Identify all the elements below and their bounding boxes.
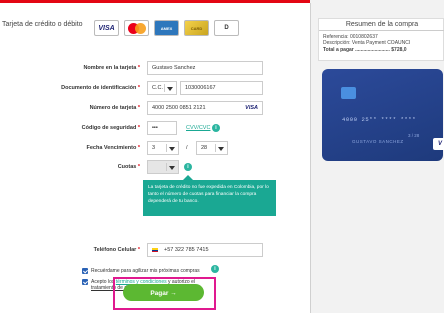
order-summary-column: Resumen de la compra Referencia: 0010802…	[315, 0, 444, 313]
info-icon[interactable]: i	[212, 124, 220, 132]
expiry-separator: /	[186, 145, 188, 151]
phone-row: Teléfono Celular *	[0, 243, 140, 257]
chevron-down-icon	[169, 147, 175, 151]
colombia-flag-icon	[152, 248, 158, 252]
document-type-select[interactable]: C.C.	[147, 81, 177, 95]
phone-input[interactable]: +57 322 785 7415	[147, 243, 263, 257]
name-row: Nombre en la tarjeta *	[0, 61, 140, 75]
card-preview-expiry: 3 / 28	[408, 133, 420, 138]
cvv-help-link[interactable]: CVV/CVC	[186, 125, 210, 131]
cvv-label: Código de seguridad *	[81, 125, 140, 131]
visa-logo[interactable]: VISA	[94, 20, 119, 36]
info-icon[interactable]: i	[211, 265, 219, 273]
chevron-down-icon	[169, 166, 175, 170]
card-chip-icon	[341, 87, 356, 99]
payment-form-panel: Tarjeta de crédito o débito VISA AMEX CA…	[0, 3, 311, 313]
quotas-select[interactable]	[147, 160, 179, 174]
document-type-value: C.C.	[152, 85, 163, 91]
card-brand-logos: VISA AMEX CARD D	[94, 20, 239, 36]
name-label: Nombre en la tarjeta *	[83, 65, 140, 71]
pay-button[interactable]: Pagar →	[123, 284, 204, 301]
card-number-row: Número de tarjeta *	[0, 101, 140, 115]
quotas-row: Cuotas *	[0, 160, 140, 174]
gold-card-logo[interactable]: CARD	[184, 20, 209, 36]
chevron-down-icon	[218, 147, 224, 151]
expiry-month-select[interactable]: 3	[147, 141, 179, 155]
visa-icon: V	[433, 138, 444, 150]
expiry-year-value: 28	[201, 145, 208, 151]
remember-checkbox[interactable]	[82, 268, 88, 274]
document-row: Documento de identificación *	[0, 81, 140, 95]
expiry-row: Fecha Vencimiento *	[0, 141, 141, 155]
card-preview: 4000 25** **** **** 3 / 28 GUSTAVO SANCH…	[322, 69, 444, 161]
cvv-row: Código de seguridad *	[0, 121, 140, 135]
accept-terms-checkbox[interactable]	[82, 279, 88, 285]
card-number-label: Número de tarjeta *	[89, 105, 140, 111]
document-number-input[interactable]: 1030006167	[180, 81, 263, 95]
summary-description: Descripción: Venta Payment COAUNCI	[323, 40, 411, 46]
mastercard-logo[interactable]	[124, 20, 149, 36]
name-input[interactable]: Gustavo Sanchez	[147, 61, 263, 75]
info-icon[interactable]: i	[184, 163, 192, 171]
diners-logo[interactable]: D	[214, 20, 239, 36]
summary-title: Resumen de la compra	[319, 19, 444, 31]
expiry-label: Fecha Vencimiento *	[86, 145, 141, 151]
chevron-down-icon	[167, 87, 173, 91]
document-label: Documento de identificación *	[61, 85, 140, 91]
phone-value: +57 322 785 7415	[164, 247, 209, 253]
cvv-input[interactable]: •••	[147, 121, 177, 135]
visa-icon: VISA	[245, 105, 258, 111]
card-number-value: 4000 2500 0851 2121	[152, 105, 206, 111]
quotas-tooltip: La tarjeta de crédito no fue expedida en…	[143, 175, 276, 216]
card-preview-number: 4000 25** **** ****	[342, 116, 417, 123]
remember-text: Recuérdame para agilizar mis próximas co…	[91, 268, 200, 274]
quotas-label: Cuotas *	[117, 164, 140, 170]
phone-label: Teléfono Celular *	[93, 247, 140, 253]
expiry-month-value: 3	[152, 145, 156, 151]
summary-total: Total a pagar ......................... …	[323, 47, 407, 53]
amex-logo[interactable]: AMEX	[154, 20, 179, 36]
expiry-year-select[interactable]: 28	[196, 141, 228, 155]
payment-method-title: Tarjeta de crédito o débito	[2, 21, 83, 28]
card-number-input[interactable]: 4000 2500 0851 2121 VISA	[147, 101, 263, 115]
order-summary: Resumen de la compra Referencia: 0010802…	[318, 18, 444, 61]
card-preview-holder: GUSTAVO SANCHEZ	[352, 139, 404, 144]
